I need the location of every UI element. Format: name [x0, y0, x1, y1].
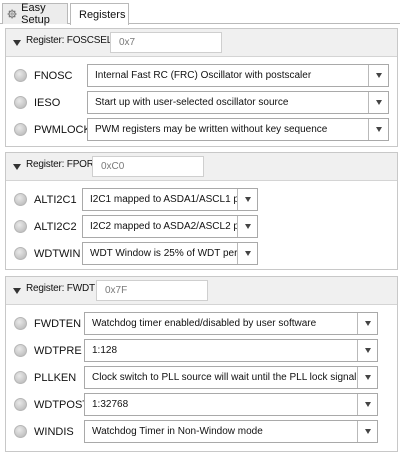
select-value: Internal Fast RC (FRC) Oscillator with p…	[95, 70, 312, 81]
field-name: WDTWIN	[34, 248, 81, 260]
chevron-down-icon	[375, 73, 382, 78]
dropdown-button[interactable]	[237, 243, 257, 264]
select-value: Watchdog timer enabled/disabled by user …	[92, 318, 317, 329]
dropdown-button[interactable]	[368, 92, 388, 113]
register-label: Register: FOSCSEL	[26, 35, 113, 46]
register-panel-fpor: Register: FPOR 0xC0 ALTI2C1 I2C1 mapped …	[5, 152, 398, 270]
dropdown-button[interactable]	[357, 394, 377, 415]
field-value-select[interactable]: 1:32768	[84, 393, 378, 416]
field-row: WDTPOST 1:32768	[6, 393, 397, 417]
register-value-field: 0x7F	[96, 280, 208, 301]
field-value-select[interactable]: Watchdog Timer in Non-Window mode	[84, 420, 378, 443]
chevron-down-icon	[244, 251, 251, 256]
dropdown-button[interactable]	[357, 313, 377, 334]
field-row: PLLKEN Clock switch to PLL source will w…	[6, 366, 397, 390]
collapse-caret-icon[interactable]	[13, 40, 21, 46]
chevron-down-icon	[244, 224, 251, 229]
field-value-select[interactable]: Clock switch to PLL source will wait unt…	[84, 366, 378, 389]
register-header[interactable]: Register: FPOR 0xC0	[6, 153, 397, 181]
field-value-select[interactable]: I2C2 mapped to ASDA2/ASCL2 pins	[82, 215, 258, 238]
dropdown-button[interactable]	[368, 65, 388, 86]
field-row: ALTI2C2 I2C2 mapped to ASDA2/ASCL2 pins	[6, 215, 397, 239]
dropdown-button[interactable]	[237, 189, 257, 210]
status-indicator-icon	[14, 247, 27, 260]
select-value: Start up with user-selected oscillator s…	[95, 97, 289, 108]
status-indicator-icon	[14, 317, 27, 330]
register-label: Register: FWDT	[26, 283, 95, 294]
field-value-select[interactable]: Start up with user-selected oscillator s…	[87, 91, 389, 114]
select-value: Watchdog Timer in Non-Window mode	[92, 426, 263, 437]
collapse-caret-icon[interactable]	[13, 164, 21, 170]
select-value: 1:32768	[92, 399, 129, 410]
register-value-field: 0x7	[110, 32, 222, 53]
status-indicator-icon	[14, 123, 27, 136]
field-name: FWDTEN	[34, 318, 82, 330]
register-header[interactable]: Register: FWDT 0x7F	[6, 277, 397, 305]
chevron-down-icon	[364, 321, 371, 326]
tab-registers[interactable]: Registers	[70, 3, 129, 25]
field-name: WDTPRE	[34, 345, 82, 357]
register-panel-fwdt: Register: FWDT 0x7F FWDTEN Watchdog time…	[5, 276, 398, 452]
register-label: Register: FPOR	[26, 159, 94, 170]
register-value-field: 0xC0	[92, 156, 204, 177]
field-value-select[interactable]: I2C1 mapped to ASDA1/ASCL1 pins	[82, 188, 258, 211]
select-value: Clock switch to PLL source will wait unt…	[92, 372, 357, 383]
dropdown-button[interactable]	[237, 216, 257, 237]
field-row: WDTWIN WDT Window is 25% of WDT period	[6, 242, 397, 266]
tab-bar: Easy Setup Registers	[0, 0, 400, 26]
dropdown-button[interactable]	[357, 340, 377, 361]
dropdown-button[interactable]	[357, 367, 377, 388]
field-value-select[interactable]: Internal Fast RC (FRC) Oscillator with p…	[87, 64, 389, 87]
register-header[interactable]: Register: FOSCSEL 0x7	[6, 29, 397, 57]
chevron-down-icon	[375, 100, 382, 105]
dropdown-button[interactable]	[357, 421, 377, 442]
collapse-caret-icon[interactable]	[13, 288, 21, 294]
chevron-down-icon	[375, 127, 382, 132]
field-row: IESO Start up with user-selected oscilla…	[6, 91, 397, 115]
select-value: 1:128	[92, 345, 118, 356]
field-name: FNOSC	[34, 70, 73, 82]
status-indicator-icon	[14, 371, 27, 384]
status-indicator-icon	[14, 344, 27, 357]
register-panel-foscsel: Register: FOSCSEL 0x7 FNOSC Internal Fas…	[5, 28, 398, 147]
field-name: PWMLOCK	[34, 124, 91, 136]
field-row: PWMLOCK PWM registers may be written wit…	[6, 118, 397, 142]
chevron-down-icon	[364, 402, 371, 407]
select-value: I2C1 mapped to ASDA1/ASCL1 pins	[90, 194, 237, 205]
gear-icon	[7, 9, 17, 19]
tab-label: Registers	[79, 8, 126, 21]
chevron-down-icon	[364, 375, 371, 380]
field-value-select[interactable]: Watchdog timer enabled/disabled by user …	[84, 312, 378, 335]
field-value-select[interactable]: WDT Window is 25% of WDT period	[82, 242, 258, 265]
chevron-down-icon	[364, 429, 371, 434]
field-name: WDTPOST	[34, 399, 89, 411]
status-indicator-icon	[14, 96, 27, 109]
tab-easy-setup[interactable]: Easy Setup	[2, 2, 68, 26]
chevron-down-icon	[244, 197, 251, 202]
field-value-select[interactable]: PWM registers may be written without key…	[87, 118, 389, 141]
dropdown-button[interactable]	[368, 119, 388, 140]
field-name: ALTI2C1	[34, 194, 77, 206]
field-row: FWDTEN Watchdog timer enabled/disabled b…	[6, 312, 397, 336]
status-indicator-icon	[14, 425, 27, 438]
status-indicator-icon	[14, 69, 27, 82]
chevron-down-icon	[364, 348, 371, 353]
field-row: FNOSC Internal Fast RC (FRC) Oscillator …	[6, 64, 397, 88]
status-indicator-icon	[14, 398, 27, 411]
field-name: ALTI2C2	[34, 221, 77, 233]
select-value: WDT Window is 25% of WDT period	[90, 248, 237, 259]
select-value: PWM registers may be written without key…	[95, 124, 328, 135]
status-indicator-icon	[14, 193, 27, 206]
field-row: WINDIS Watchdog Timer in Non-Window mode	[6, 420, 397, 444]
status-indicator-icon	[14, 220, 27, 233]
tab-label: Easy Setup	[21, 2, 50, 26]
field-value-select[interactable]: 1:128	[84, 339, 378, 362]
field-name: WINDIS	[34, 426, 74, 438]
select-value: I2C2 mapped to ASDA2/ASCL2 pins	[90, 221, 237, 232]
field-row: WDTPRE 1:128	[6, 339, 397, 363]
field-name: PLLKEN	[34, 372, 77, 384]
field-name: IESO	[34, 97, 61, 109]
field-row: ALTI2C1 I2C1 mapped to ASDA1/ASCL1 pins	[6, 188, 397, 212]
